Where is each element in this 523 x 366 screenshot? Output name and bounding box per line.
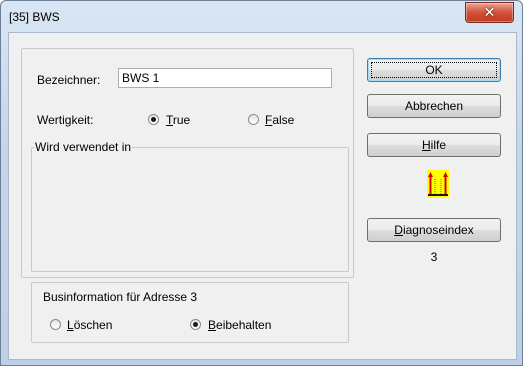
bezeichner-input[interactable] (118, 68, 332, 88)
ok-button[interactable]: OK (367, 58, 501, 82)
wertigkeit-true-radio[interactable] (148, 114, 159, 125)
hilfe-button-label: Hilfe (421, 138, 446, 152)
verwendet-caption: Wird verwendet in (34, 140, 133, 154)
focus-rectangle (371, 62, 497, 78)
title-bar[interactable]: [35] BWS ✕ (1, 1, 522, 31)
diagnose-icon (427, 170, 449, 198)
beibehalten-label[interactable]: Beibehalten (208, 318, 271, 332)
wertigkeit-true-label[interactable]: True (166, 113, 190, 127)
close-button[interactable]: ✕ (465, 2, 514, 23)
window-title: [35] BWS (9, 10, 60, 24)
verwendet-group: Wird verwendet in (31, 140, 349, 272)
diagnoseindex-value: 3 (430, 250, 438, 264)
wertigkeit-false-label[interactable]: False (265, 113, 294, 127)
businformation-caption: Businformation für Adresse 3 (43, 290, 198, 304)
abbrechen-button[interactable]: Abbrechen (367, 94, 501, 118)
loeschen-label[interactable]: Löschen (67, 318, 112, 332)
wertigkeit-label: Wertigkeit: (37, 113, 94, 127)
beibehalten-radio[interactable] (190, 319, 201, 330)
diagnoseindex-button[interactable]: Diagnoseindex (367, 218, 501, 242)
abbrechen-button-label: Abbrechen (404, 99, 464, 113)
diagnoseindex-button-label: Diagnoseindex (394, 223, 474, 237)
bezeichner-label: Bezeichner: (37, 73, 101, 87)
hilfe-button[interactable]: Hilfe (367, 133, 501, 157)
wertigkeit-false-radio[interactable] (248, 114, 259, 125)
close-icon: ✕ (483, 4, 496, 21)
loeschen-radio[interactable] (50, 319, 61, 330)
